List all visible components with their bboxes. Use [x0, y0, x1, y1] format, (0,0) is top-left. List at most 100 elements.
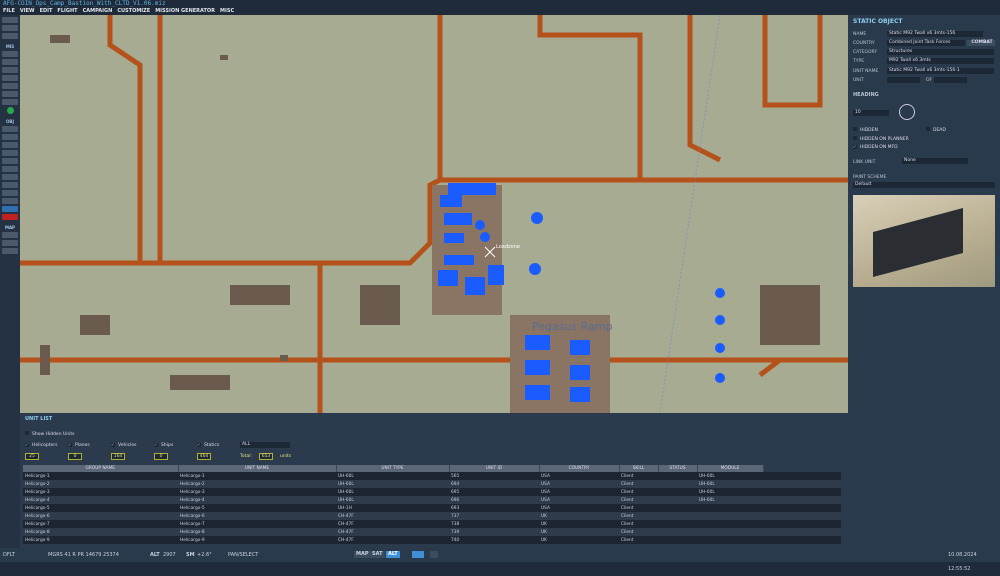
alt-readout: 2907: [163, 552, 176, 558]
menu-edit[interactable]: EDIT: [40, 8, 53, 15]
name-input[interactable]: Static M92 Twall x6 3mts-156: [887, 31, 983, 37]
ships-count: 0: [154, 453, 168, 460]
measure-icon[interactable]: [2, 248, 18, 254]
line-icon[interactable]: [2, 198, 18, 204]
filter-vehicles[interactable]: ✓ Vehicles: [111, 443, 136, 448]
col-unit-id[interactable]: UNIT ID: [449, 465, 540, 472]
hidden-checkbox[interactable]: HIDDEN: [853, 127, 878, 133]
table-cell: Client: [619, 488, 658, 496]
filter-ships[interactable]: ✓ Ships: [154, 443, 173, 448]
hidden-mfd-checkbox[interactable]: ✓ HIDDEN ON MFD: [853, 145, 898, 150]
table-row[interactable]: Helicargo-3 Helicargo-3 UH-60L 695 USA Client…: [23, 488, 841, 496]
map-canvas[interactable]: Loadzone Pegasus Ramp: [20, 15, 848, 413]
table-cell: Helicargo-6: [23, 512, 178, 520]
filter-label: Planes: [75, 443, 90, 448]
col-skill[interactable]: SKILL: [619, 465, 659, 472]
table-cell: Helicargo-4: [178, 496, 336, 504]
coalition-select[interactable]: ALL: [240, 442, 290, 448]
paint-scheme-select[interactable]: Default: [853, 182, 995, 188]
unit-list-toggle-icon[interactable]: [412, 551, 424, 558]
briefing-icon[interactable]: [2, 33, 18, 39]
combat-button[interactable]: COMBAT: [967, 40, 995, 46]
table-cell: Client: [619, 472, 658, 480]
layers-icon[interactable]: [2, 240, 18, 246]
table-row[interactable]: Helicargo-5 Helicargo-5 UH-1H 693 USA Client: [23, 504, 841, 512]
alt-map-button[interactable]: ALT: [386, 551, 400, 558]
static-icon[interactable]: [2, 158, 18, 164]
col-unit-type[interactable]: UNIT TYPE: [336, 465, 450, 472]
goals-icon[interactable]: [2, 67, 18, 73]
ship-icon[interactable]: [2, 142, 18, 148]
map-view[interactable]: Loadzone Pegasus Ramp: [20, 15, 848, 413]
dead-checkbox[interactable]: DEAD: [926, 127, 946, 133]
coalition-icon[interactable]: [6, 107, 14, 114]
draw-icon[interactable]: [2, 206, 18, 212]
map-button[interactable]: MAP: [354, 551, 371, 558]
unit-of-stepper[interactable]: [934, 77, 967, 83]
hidden-mfd-label: HIDDEN ON MFD: [860, 145, 898, 150]
filter-statics[interactable]: ✓ Statics: [197, 443, 219, 448]
ruler-icon[interactable]: [2, 190, 18, 196]
menu-view[interactable]: VIEW: [20, 8, 35, 15]
show-hidden-checkbox[interactable]: Show Hidden Units: [25, 431, 74, 437]
country-select[interactable]: Combined Joint Task Forces: [887, 40, 965, 46]
vehicles-count: 164: [111, 453, 125, 460]
col-unit-name[interactable]: UNIT NAME: [178, 465, 337, 472]
link-unit-label: LINK UNIT: [853, 160, 876, 165]
col-status[interactable]: STATUS: [658, 465, 698, 472]
open-icon[interactable]: [2, 17, 18, 23]
check-icon[interactable]: [2, 91, 18, 97]
table-row[interactable]: Helicargo-7 Helicargo-7 CH-47F 738 UK Client: [23, 520, 841, 528]
menu-flight[interactable]: FLIGHT: [57, 8, 77, 15]
helicopter-icon[interactable]: [2, 134, 18, 140]
table-cell: UH-1H: [336, 504, 449, 512]
menu-misc[interactable]: MISC: [220, 8, 234, 15]
stats-icon[interactable]: [2, 99, 18, 105]
weather-icon[interactable]: [2, 59, 18, 65]
window-toggle-icon[interactable]: [430, 551, 438, 558]
menu-campaign[interactable]: CAMPAIGN: [83, 8, 113, 15]
vehicle-icon[interactable]: [2, 150, 18, 156]
menu-mission-generator[interactable]: MISSION GENERATOR: [155, 8, 215, 15]
menu-customize[interactable]: CUSTOMIZE: [117, 8, 150, 15]
table-row[interactable]: Helicargo-9 Helicargo-9 CH-47F 740 UK Client: [23, 536, 841, 544]
link-unit-select[interactable]: None: [902, 158, 968, 164]
heading-input[interactable]: 10: [853, 110, 889, 116]
table-row[interactable]: Helicargo-1 Helicargo-1 UH-60L 565 USA Client…: [23, 472, 841, 480]
table-row[interactable]: Helicargo-6 Helicargo-6 CH-47F 737 UK Client: [23, 512, 841, 520]
nav-point-icon[interactable]: [2, 182, 18, 188]
options-icon[interactable]: [2, 83, 18, 89]
table-row[interactable]: Helicargo-2 Helicargo-2 UH-60L 694 USA Client…: [23, 480, 841, 488]
table-row[interactable]: Helicargo-8 Helicargo-8 CH-47F 739 UK Client: [23, 528, 841, 536]
table-cell: Helicargo-4: [23, 496, 178, 504]
table-row[interactable]: Helicargo-4 Helicargo-4 UH-60L 696 USA Client…: [23, 496, 841, 504]
unit-stepper[interactable]: [887, 77, 920, 83]
col-country[interactable]: COUNTRY: [539, 465, 620, 472]
zone-icon[interactable]: [2, 174, 18, 180]
filter-planes[interactable]: ✓ Planes: [68, 443, 90, 448]
table-cell: Client: [619, 536, 658, 544]
profile-select[interactable]: DFLT: [3, 548, 15, 562]
category-select[interactable]: Structures: [887, 49, 994, 55]
col-group-name[interactable]: GROUP NAME: [23, 465, 179, 472]
unit-name-input[interactable]: Static M92 Twall x6 3mts-156-1: [887, 68, 994, 74]
of-label: OF: [926, 78, 933, 83]
delete-icon[interactable]: [2, 214, 18, 220]
table-cell: 693: [449, 504, 539, 512]
trigger-icon[interactable]: [2, 51, 18, 57]
heading-dial[interactable]: [899, 104, 915, 120]
save-icon[interactable]: [2, 25, 18, 31]
plane-icon[interactable]: [2, 126, 18, 132]
table-cell: Helicargo-7: [23, 520, 178, 528]
table-cell: [658, 520, 697, 528]
resources-icon[interactable]: [2, 75, 18, 81]
statics-count: 464: [197, 453, 211, 460]
hidden-planner-checkbox[interactable]: HIDDEN ON PLANNER: [853, 136, 909, 142]
zoom-icon[interactable]: [2, 232, 18, 238]
menu-file[interactable]: FILE: [3, 8, 15, 15]
filter-helicopters[interactable]: ✓ Helicopters: [25, 443, 57, 448]
template-icon[interactable]: [2, 166, 18, 172]
sat-button[interactable]: SAT: [370, 551, 385, 558]
type-select[interactable]: M92 Twall x6 3mts: [887, 58, 994, 64]
col-module[interactable]: MODULE: [697, 465, 764, 472]
